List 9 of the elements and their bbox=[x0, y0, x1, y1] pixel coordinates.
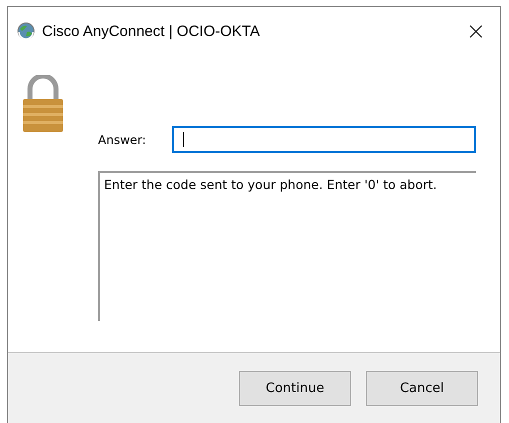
window-title: Cisco AnyConnect | OCIO-OKTA bbox=[42, 22, 260, 40]
cancel-button[interactable]: Cancel bbox=[366, 370, 478, 406]
globe-icon bbox=[17, 22, 35, 40]
continue-button[interactable]: Continue bbox=[239, 370, 351, 406]
message-text-area: Enter the code sent to your phone. Enter '0' to abort. bbox=[98, 171, 476, 321]
padlock-icon bbox=[22, 75, 64, 133]
answer-field[interactable] bbox=[172, 126, 476, 153]
answer-label: Answer: bbox=[98, 132, 148, 146]
close-button[interactable]: × bbox=[462, 17, 490, 45]
